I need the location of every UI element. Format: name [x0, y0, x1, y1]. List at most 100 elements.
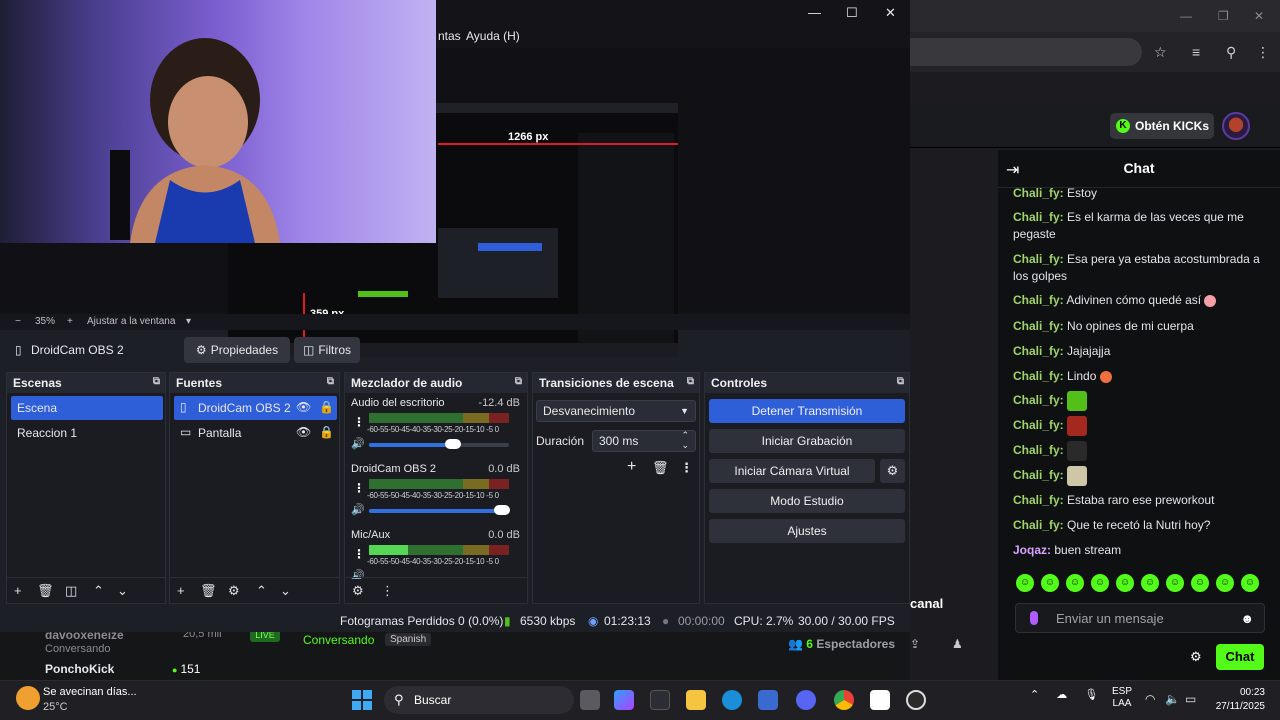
maximize-icon[interactable]: ❐	[1218, 9, 1229, 23]
language-indicator[interactable]: ESP LAA	[1112, 686, 1132, 710]
chat-username[interactable]: Chali_fy:	[1013, 518, 1064, 532]
chat-username[interactable]: Chali_fy:	[1013, 252, 1064, 266]
follow-icon[interactable]: ♟	[952, 637, 963, 651]
kebab-menu-icon[interactable]: ⋮	[353, 547, 365, 561]
weather-icon[interactable]	[16, 686, 40, 710]
close-icon[interactable]: ✕	[1254, 9, 1264, 23]
system-tray[interactable]: ⌃ ☁ 🎙	[1030, 688, 1098, 701]
transition-select[interactable]: Desvanecimiento ▼	[536, 400, 696, 422]
close-icon[interactable]: ✕	[885, 5, 896, 21]
add-icon[interactable]: +	[627, 458, 636, 476]
file-explorer-icon[interactable]	[686, 690, 706, 710]
speaker-icon[interactable]: 🔊	[351, 503, 365, 516]
chat-username[interactable]: Chali_fy:	[1013, 418, 1064, 432]
speaker-icon[interactable]: 🔊	[351, 437, 365, 450]
weather-headline[interactable]: Se avecinan días...	[43, 686, 137, 698]
chat-username[interactable]: Chali_fy:	[1013, 393, 1064, 407]
lock-icon[interactable]: 🔒	[319, 400, 334, 414]
emoji-picker-icon[interactable]: ☻	[1240, 611, 1254, 626]
emote-icon[interactable]: ☺	[1041, 574, 1059, 592]
source-item[interactable]: ▭ Pantalla 👁 🔒	[174, 421, 337, 445]
avatar[interactable]	[1222, 112, 1250, 140]
stream-category[interactable]: Conversando	[303, 633, 374, 647]
star-icon[interactable]: ☆	[1154, 44, 1167, 61]
studio-mode-button[interactable]: Modo Estudio	[709, 489, 905, 513]
eye-icon[interactable]: 👁	[296, 400, 311, 414]
minimize-icon[interactable]: —	[808, 5, 821, 20]
mic-icon[interactable]: 🎙	[1084, 689, 1098, 701]
undock-icon[interactable]: ⧉	[515, 376, 522, 387]
scene-item[interactable]: Escena	[11, 396, 163, 420]
volume-knob[interactable]	[445, 439, 461, 449]
filters-button[interactable]: ◫ Filtros	[294, 337, 360, 363]
chevron-down-icon[interactable]: ▾	[186, 316, 191, 327]
volume-knob[interactable]	[494, 505, 510, 515]
clock[interactable]: 00:23 27/11/2025	[1210, 686, 1265, 714]
zoom-fit-select[interactable]: Ajustar a la ventana	[87, 316, 175, 327]
maximize-icon[interactable]: ☐	[846, 5, 858, 21]
windows-start-icon[interactable]	[352, 690, 372, 710]
filter-icon[interactable]: ≡	[1192, 44, 1200, 60]
start-recording-button[interactable]: Iniciar Grabación	[709, 429, 905, 453]
virtual-camera-settings-icon[interactable]: ⚙	[880, 459, 905, 483]
chat-username[interactable]: Chali_fy:	[1013, 493, 1064, 507]
chat-username[interactable]: Chali_fy:	[1013, 369, 1064, 383]
address-bar[interactable]	[910, 38, 1142, 66]
volume-slider[interactable]	[369, 439, 509, 449]
undock-icon[interactable]: ⧉	[687, 376, 694, 387]
share-icon[interactable]: ⇪	[910, 637, 920, 651]
trash-icon[interactable]: 🗑	[652, 460, 669, 476]
undock-icon[interactable]: ⧉	[153, 376, 160, 387]
scene-item[interactable]: Reaccion 1	[11, 421, 163, 445]
emote-icon[interactable]: ☺	[1066, 574, 1084, 592]
volume-slider[interactable]	[369, 505, 510, 515]
emote-icon[interactable]: ☺	[1166, 574, 1184, 592]
chat-username[interactable]: Joqaz:	[1013, 543, 1051, 557]
move-up-icon[interactable]: ⌃	[93, 583, 104, 599]
add-icon[interactable]: +	[177, 583, 185, 598]
task-view-icon[interactable]	[580, 690, 600, 710]
properties-button[interactable]: ⚙ Propiedades	[184, 337, 290, 363]
emote-icon[interactable]: ☺	[1241, 574, 1259, 592]
chat-username[interactable]: Chali_fy:	[1013, 443, 1064, 457]
minimize-icon[interactable]: —	[1180, 9, 1192, 23]
battery-icon[interactable]: ▭	[1185, 692, 1196, 706]
capcut-icon[interactable]	[870, 690, 890, 710]
settings-button[interactable]: Ajustes	[709, 519, 905, 543]
chat-input[interactable]: Enviar un mensaje ☻	[1015, 603, 1265, 633]
move-up-icon[interactable]: ⌃	[256, 583, 267, 599]
chat-send-button[interactable]: Chat	[1216, 644, 1264, 670]
gear-icon[interactable]: ⚙	[228, 583, 240, 599]
chevron-up-icon[interactable]: ⌃	[1030, 689, 1039, 701]
add-icon[interactable]: +	[14, 583, 22, 598]
obs-icon[interactable]	[906, 690, 926, 710]
undock-icon[interactable]: ⧉	[897, 376, 904, 387]
store-icon[interactable]	[758, 690, 778, 710]
chat-username[interactable]: Chali_fy:	[1013, 293, 1064, 307]
chat-username[interactable]: Chali_fy:	[1013, 210, 1064, 224]
move-down-icon[interactable]: ⌄	[280, 583, 291, 599]
chat-username[interactable]: Chali_fy:	[1013, 468, 1064, 482]
taskbar-search[interactable]: ⚲ Buscar	[384, 686, 574, 714]
trash-icon[interactable]: 🗑	[200, 583, 217, 599]
emote-icon[interactable]: ☺	[1116, 574, 1134, 592]
kebab-menu-icon[interactable]: ⋮	[353, 481, 365, 495]
wifi-icon[interactable]: ◠	[1145, 692, 1155, 706]
extension-icon[interactable]: ⚲	[1226, 44, 1236, 61]
spin-down-icon[interactable]: ⌄	[681, 440, 689, 451]
gear-icon[interactable]: ⚙	[352, 583, 364, 599]
chrome-icon[interactable]	[834, 690, 854, 710]
stream-user[interactable]: PonchoKick	[45, 662, 114, 676]
kebab-menu-icon[interactable]: ⋮	[353, 415, 365, 429]
trash-icon[interactable]: 🗑	[37, 583, 54, 599]
get-kicks-button[interactable]: K Obtén KICKs	[1110, 113, 1214, 139]
kebab-menu-icon[interactable]: ⋮	[680, 460, 693, 476]
chat-username[interactable]: Chali_fy:	[1013, 186, 1064, 200]
chat-username[interactable]: Chali_fy:	[1013, 319, 1064, 333]
emote-icon[interactable]: ☺	[1016, 574, 1034, 592]
mic-icon[interactable]	[1030, 611, 1038, 625]
zoom-in-icon[interactable]: +	[67, 316, 73, 327]
move-down-icon[interactable]: ⌄	[117, 583, 128, 599]
emote-icon[interactable]: ☺	[1191, 574, 1209, 592]
chat-settings-icon[interactable]: ⚙	[1190, 649, 1202, 665]
